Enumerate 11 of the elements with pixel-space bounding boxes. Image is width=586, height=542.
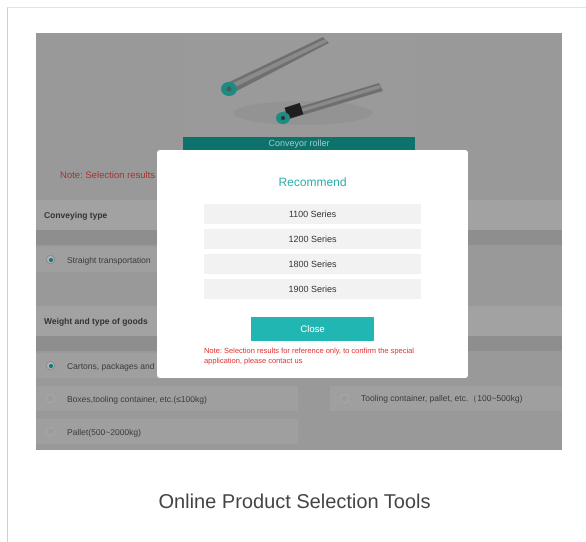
option-label: Pallet(500~2000kg) [67, 426, 141, 436]
option-label: Boxes,tooling container, etc.(≤100kg) [67, 394, 207, 404]
note-text: Note: Selection results [60, 170, 156, 180]
section-title: Weight and type of goods [44, 316, 148, 326]
page-title: Online Product Selection Tools [158, 491, 430, 514]
option-label: Tooling container, pallet, etc.（100~500kg) [361, 392, 522, 404]
option-label: Straight transportation [67, 254, 151, 264]
dialog-title: Recommend [278, 174, 347, 190]
section-title: Conveying type [44, 210, 108, 220]
product-label: Conveyor roller [183, 137, 415, 150]
option-label: Cartons, packages and [67, 360, 154, 370]
